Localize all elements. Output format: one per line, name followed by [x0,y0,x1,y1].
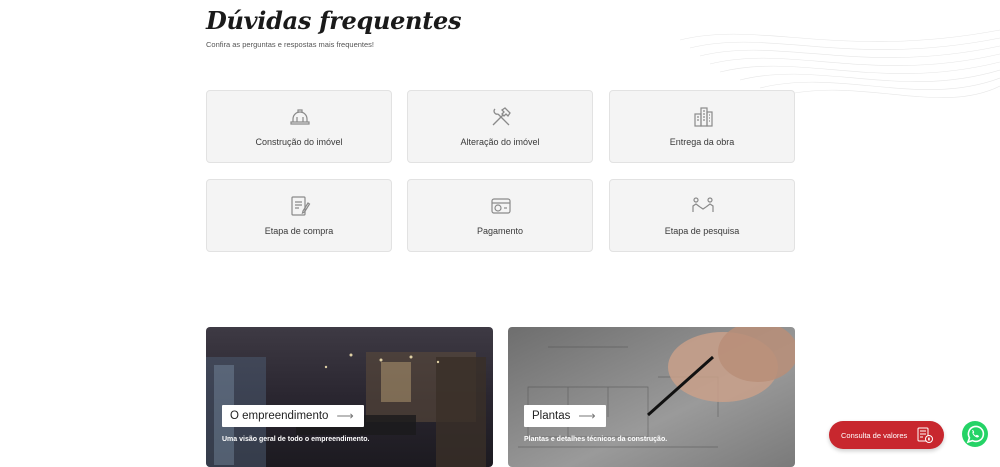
interior-photo [206,327,493,467]
plantas-description: Plantas e detalhes técnicos da construçã… [524,436,668,443]
faq-title: Dúvidas frequentes [206,6,462,35]
handshake-icon [692,197,714,212]
buildings-icon [694,107,713,127]
faq-card-label: Pagamento [476,226,524,236]
contract-icon [291,196,311,216]
faq-card-label: Etapa de compra [264,226,334,236]
whatsapp-icon[interactable] [961,420,989,448]
hard-hat-icon [290,109,310,125]
consulta-valores-button[interactable]: Consulta de valores [829,421,944,449]
arrow-right-icon: ⟶ [336,409,354,423]
faq-card-construcao[interactable]: Construção do imóvel [206,90,392,163]
tools-icon [492,107,511,126]
blueprint-photo [508,327,795,467]
empreendimento-button[interactable]: O empreendimento ⟶ [222,405,364,427]
faq-card-pagamento[interactable]: Pagamento [407,179,593,252]
faq-card-entrega[interactable]: Entrega da obra [609,90,795,163]
faq-card-label: Alteração do imóvel [460,137,540,147]
empreendimento-description: Uma visão geral de todo o empreendimento… [222,436,370,443]
plantas-button-label: Plantas [532,410,571,422]
faq-card-label: Construção do imóvel [255,137,343,147]
faq-subtitle: Confira as perguntas e respostas mais fr… [206,40,375,49]
consulta-valores-label: Consulta de valores [841,430,908,440]
promo-empreendimento[interactable]: O empreendimento ⟶ Uma visão geral de to… [206,327,493,467]
faq-card-compra[interactable]: Etapa de compra [206,179,392,252]
empreendimento-button-label: O empreendimento [230,410,329,422]
plantas-button[interactable]: Plantas ⟶ [524,405,606,427]
faq-card-pesquisa[interactable]: Etapa de pesquisa [609,179,795,252]
faq-card-label: Entrega da obra [669,137,735,147]
faq-card-alteracao[interactable]: Alteração do imóvel [407,90,593,163]
faq-card-label: Etapa de pesquisa [664,226,740,236]
promo-plantas[interactable]: Plantas ⟶ Plantas e detalhes técnicos da… [508,327,795,467]
arrow-right-icon: ⟶ [578,409,596,423]
payment-icon [491,198,511,214]
price-list-icon [917,427,933,443]
